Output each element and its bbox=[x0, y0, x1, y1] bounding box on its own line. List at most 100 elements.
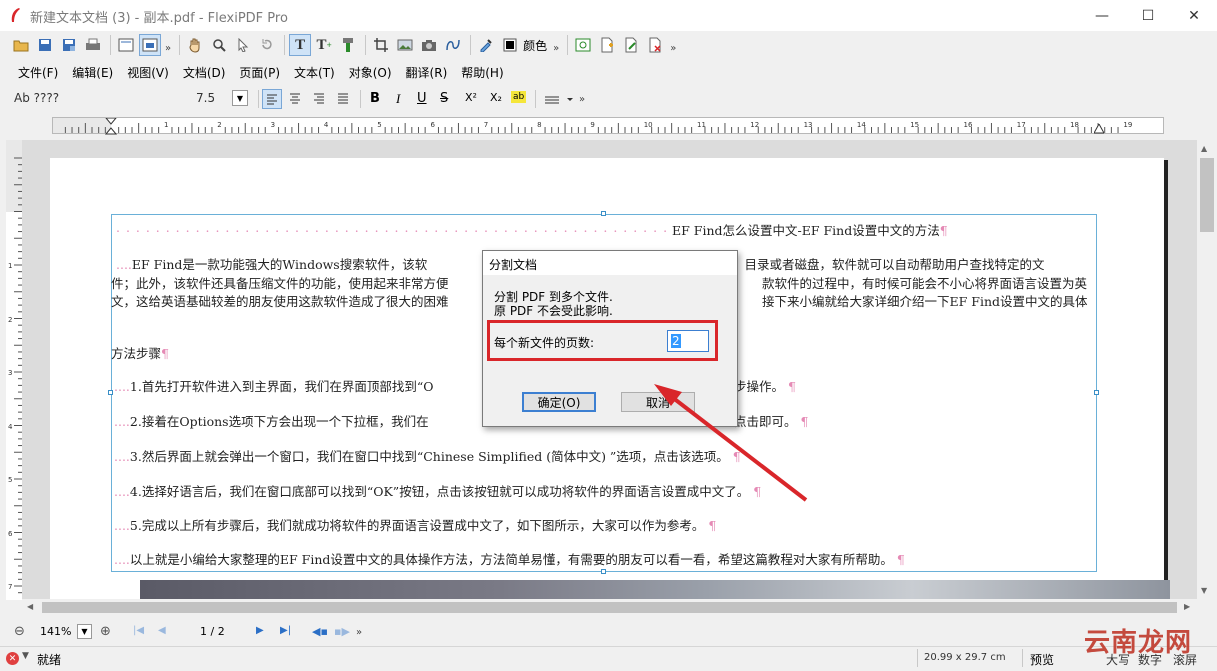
step-line[interactable]: ....3.然后界面上就会弹出一个窗口，我们在窗口中找到“Chinese Sim… bbox=[114, 446, 741, 465]
step-line[interactable]: ....2.接着在Options选项下方会出现一个下拉框，我们在 bbox=[114, 411, 429, 430]
color-swatch-icon[interactable] bbox=[499, 34, 521, 56]
status-error-icon[interactable]: ✕ bbox=[6, 652, 19, 665]
scroll-up-icon[interactable]: ▲ bbox=[1201, 144, 1207, 153]
paragraph-line[interactable]: 件；此外，该软件还具备压缩文件的功能，使用起来非常方便 bbox=[111, 273, 449, 292]
vertical-ruler[interactable]: 1 2 3 4 5 6 7 bbox=[6, 140, 23, 600]
scroll-thumb[interactable] bbox=[1200, 158, 1214, 232]
delete-page-icon[interactable] bbox=[644, 34, 666, 56]
page-insert-icon[interactable] bbox=[572, 34, 594, 56]
paragraph-line[interactable]: 接下来小编就给大家详细介绍一下EF Find设置中文的具体 bbox=[762, 291, 1088, 310]
horizontal-scrollbar[interactable]: ◀ ▶ bbox=[22, 599, 1197, 616]
step-line[interactable]: ....4.选择好语言后，我们在窗口底部可以找到“OK”按钮，点击该按钮就可以成… bbox=[114, 481, 761, 500]
document-title[interactable]: EF Find怎么设置中文-EF Find设置中文的方法¶ bbox=[672, 220, 948, 239]
horizontal-ruler[interactable]: 1 2 3 4 5 6 7 8 9 10 11 12 13 14 15 16 17 18 19 bbox=[52, 117, 1164, 135]
text-field-icon[interactable] bbox=[337, 34, 359, 56]
paragraph-line[interactable]: 文，这给英语基础较差的朋友使用这款软件造成了很大的困难 bbox=[111, 291, 449, 310]
select-arrow-icon[interactable] bbox=[232, 34, 254, 56]
italic-button[interactable]: I bbox=[396, 91, 400, 107]
frame-handle[interactable] bbox=[108, 390, 113, 395]
eyedropper-icon[interactable] bbox=[475, 34, 497, 56]
image-tool-icon[interactable] bbox=[394, 34, 416, 56]
save-as-icon[interactable] bbox=[58, 34, 80, 56]
format-more-icon[interactable]: » bbox=[579, 94, 585, 105]
align-right-icon[interactable] bbox=[310, 89, 330, 109]
align-left-icon[interactable] bbox=[262, 89, 282, 109]
underline-button[interactable]: U bbox=[417, 91, 427, 106]
page-indicator[interactable]: 1 / 2 bbox=[200, 625, 225, 638]
menu-file[interactable]: 文件(F) bbox=[18, 64, 58, 81]
save-icon[interactable] bbox=[34, 34, 56, 56]
cancel-button[interactable]: 取消 bbox=[621, 392, 695, 412]
menu-text[interactable]: 文本(T) bbox=[294, 64, 335, 81]
menu-edit[interactable]: 编辑(E) bbox=[72, 64, 113, 81]
scroll-down-icon[interactable]: ▼ bbox=[1201, 586, 1207, 595]
menu-document[interactable]: 文档(D) bbox=[183, 64, 226, 81]
section-heading[interactable]: 方法步骤¶ bbox=[111, 343, 169, 362]
menu-help[interactable]: 帮助(H) bbox=[461, 64, 503, 81]
maximize-button[interactable]: ☐ bbox=[1125, 0, 1171, 31]
step-line[interactable]: ....以上就是小编给大家整理的EF Find设置中文的具体操作方法，方法简单易… bbox=[114, 549, 905, 568]
hand-tool-icon[interactable] bbox=[184, 34, 206, 56]
paragraph-line[interactable]: ....EF Find是一款功能强大的Windows搜索软件，该软 bbox=[116, 254, 427, 273]
fit-width-icon[interactable] bbox=[139, 34, 161, 56]
paragraph-line[interactable]: ，目录或者磁盘，软件就可以自动帮助用户查找特定的文 bbox=[732, 254, 1045, 273]
step-line-tail[interactable]: 点击即可。 ¶ bbox=[734, 411, 808, 430]
frame-handle[interactable] bbox=[601, 569, 606, 574]
zoom-level[interactable]: 141% bbox=[40, 625, 71, 638]
menu-object[interactable]: 对象(O) bbox=[349, 64, 392, 81]
bezier-icon[interactable] bbox=[442, 34, 464, 56]
ok-button[interactable]: 确定(O) bbox=[522, 392, 596, 412]
page-view-icon[interactable] bbox=[115, 34, 137, 56]
right-indent-marker-icon[interactable] bbox=[1094, 124, 1104, 134]
text-tool-icon[interactable]: T bbox=[289, 34, 312, 56]
step-line[interactable]: ....1.首先打开软件进入到主界面，我们在界面顶部找到“O bbox=[114, 376, 433, 395]
subscript-button[interactable]: X₂ bbox=[490, 91, 502, 104]
close-window-button[interactable]: ✕ bbox=[1171, 0, 1217, 31]
new-page-icon[interactable] bbox=[596, 34, 618, 56]
step-line[interactable]: ....5.完成以上所有步骤后，我们就成功将软件的界面语言设置成中文了，如下图所… bbox=[114, 515, 716, 534]
left-indent-marker-icon[interactable] bbox=[105, 118, 117, 135]
toolbar-more-icon[interactable]: » bbox=[165, 43, 171, 54]
font-size-field[interactable]: 7.5 bbox=[196, 91, 215, 105]
font-size-dropdown-icon[interactable]: ▼ bbox=[232, 90, 248, 106]
scroll-thumb[interactable] bbox=[42, 602, 1177, 613]
frame-handle[interactable] bbox=[601, 211, 606, 216]
paragraph-line[interactable]: 款软件的过程中，有时候可能会不小心将界面语言设置为英 bbox=[762, 273, 1087, 292]
last-page-icon[interactable]: ▶| bbox=[280, 625, 291, 636]
first-page-icon[interactable]: |◀ bbox=[133, 625, 144, 636]
step-line-tail[interactable]: 步操作。 ¶ bbox=[734, 376, 796, 395]
embedded-image[interactable] bbox=[140, 580, 1170, 599]
add-text-icon[interactable]: T + bbox=[313, 34, 335, 56]
scroll-right-icon[interactable]: ▶ bbox=[1184, 602, 1190, 611]
justify-icon[interactable] bbox=[334, 89, 354, 109]
bold-button[interactable]: B bbox=[370, 91, 380, 106]
line-style-icon[interactable] bbox=[543, 90, 577, 108]
prev-page-icon[interactable]: ◀ bbox=[158, 625, 166, 636]
zoom-dropdown-icon[interactable]: ▼ bbox=[77, 624, 92, 639]
edit-page-icon[interactable] bbox=[620, 34, 642, 56]
history-back-icon[interactable]: ◀▪ bbox=[312, 625, 328, 638]
camera-icon[interactable] bbox=[418, 34, 440, 56]
align-center-icon[interactable] bbox=[286, 89, 306, 109]
superscript-button[interactable]: X² bbox=[465, 91, 477, 104]
print-icon[interactable] bbox=[82, 34, 104, 56]
frame-handle[interactable] bbox=[1094, 390, 1099, 395]
strikethrough-button[interactable]: S bbox=[440, 91, 448, 106]
nav-more-icon[interactable]: » bbox=[356, 627, 362, 638]
menu-page[interactable]: 页面(P) bbox=[239, 64, 280, 81]
toolbar-more-icon[interactable]: » bbox=[670, 43, 676, 54]
scroll-left-icon[interactable]: ◀ bbox=[27, 602, 33, 611]
vertical-scrollbar[interactable]: ▲ ▼ bbox=[1197, 140, 1217, 600]
font-name-field[interactable]: Ab ???? bbox=[14, 91, 59, 105]
open-folder-icon[interactable] bbox=[10, 34, 32, 56]
highlight-button[interactable]: ab bbox=[511, 91, 527, 103]
menu-view[interactable]: 视图(V) bbox=[127, 64, 169, 81]
status-dropdown-icon[interactable]: ▼ bbox=[22, 651, 29, 661]
rotate-icon[interactable] bbox=[256, 34, 278, 56]
zoom-out-icon[interactable]: ⊖ bbox=[14, 624, 25, 639]
color-label[interactable]: 颜色 bbox=[523, 37, 547, 54]
minimize-button[interactable]: — bbox=[1079, 0, 1125, 31]
zoom-tool-icon[interactable] bbox=[208, 34, 230, 56]
zoom-in-icon[interactable]: ⊕ bbox=[100, 624, 111, 639]
history-forward-icon[interactable]: ▪▶ bbox=[334, 625, 350, 638]
